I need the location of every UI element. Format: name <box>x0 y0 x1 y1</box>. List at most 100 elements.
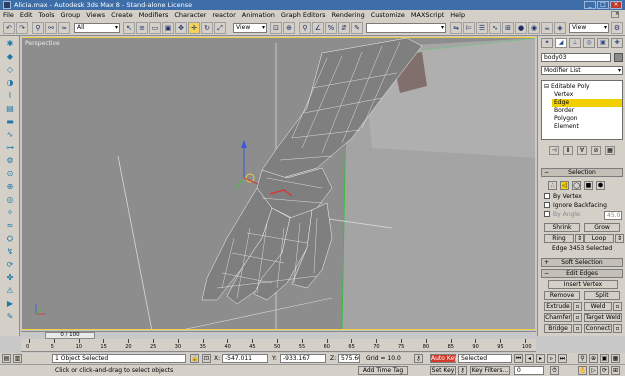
previous-frame-icon[interactable]: ◂ <box>525 354 534 363</box>
viewport-label[interactable]: Perspective <box>25 40 60 47</box>
rectangular-selection-icon[interactable]: ▭ <box>149 22 161 34</box>
remove-modifier-icon[interactable]: ⊘ <box>591 146 601 155</box>
extrude-settings-icon[interactable]: ▫ <box>573 302 582 311</box>
redo-icon[interactable]: ↷ <box>16 22 28 34</box>
motor-icon[interactable]: ⟳ <box>4 259 16 270</box>
menu-customize[interactable]: Customize <box>368 11 408 19</box>
insert-vertex-button[interactable]: Insert Vertex <box>548 280 618 289</box>
remove-button[interactable]: Remove <box>544 291 580 300</box>
select-rotate-icon[interactable]: ✛ <box>188 22 200 34</box>
bind-space-warp-icon[interactable]: ≈ <box>58 22 70 34</box>
create-tab-icon[interactable]: ✦ <box>541 38 553 48</box>
analyze-world-icon[interactable]: ⚠ <box>4 285 16 296</box>
loop-spinner-icon[interactable]: ⇕ <box>615 234 624 243</box>
ring-spinner-icon[interactable]: ⇕ <box>575 234 584 243</box>
snaps-toggle-icon[interactable]: ⚲ <box>299 22 311 34</box>
current-frame-field[interactable]: 0 <box>514 366 544 375</box>
vertex-level-icon[interactable]: ∴ <box>548 181 557 190</box>
zoom-extents-all-icon[interactable]: ▦ <box>611 354 620 363</box>
edit-edges-rollout-header[interactable]: − Edit Edges <box>541 269 623 278</box>
object-color-swatch[interactable] <box>614 53 623 62</box>
select-scale-icon[interactable]: ↻ <box>201 22 213 34</box>
by-vertex-checkbox[interactable]: By Vertex <box>544 193 582 201</box>
x-coordinate-field[interactable]: -547.011 <box>222 354 268 363</box>
chamfer-button[interactable]: Chamfer <box>544 313 572 322</box>
point-to-point-icon[interactable]: ⊙ <box>4 168 16 179</box>
time-slider-thumb[interactable]: 0 / 100 <box>45 332 95 339</box>
pivot-center-icon[interactable]: ⊡ <box>270 22 282 34</box>
menu-modifiers[interactable]: Modifiers <box>136 11 172 19</box>
weld-settings-icon[interactable]: ▫ <box>613 302 622 311</box>
polygon-level-icon[interactable]: ■ <box>584 181 593 190</box>
material-editor-icon[interactable]: ● <box>515 22 527 34</box>
time-slider[interactable]: 0 / 100 <box>21 331 536 339</box>
play-icon[interactable]: ▸ <box>536 354 545 363</box>
modify-tab-icon[interactable]: ◢ <box>555 38 567 48</box>
mirror-icon[interactable]: ⇋ <box>450 22 462 34</box>
render-type-icon[interactable]: ◈ <box>554 22 566 34</box>
go-to-start-icon[interactable]: ⏮ <box>514 354 523 363</box>
select-by-name-icon[interactable]: ≡ <box>136 22 148 34</box>
time-configuration-icon[interactable]: ⏱ <box>550 366 559 375</box>
window-crossing-icon[interactable]: ▣ <box>162 22 174 34</box>
menu-file[interactable]: File <box>0 11 17 19</box>
menu-help[interactable]: Help <box>447 11 468 19</box>
quick-render-icon[interactable]: ☕ <box>541 22 553 34</box>
absolute-mode-icon[interactable]: ⊡ <box>202 354 211 363</box>
object-name-field[interactable]: body03 <box>541 53 611 62</box>
set-key-icon[interactable]: ⚷ <box>458 366 467 375</box>
curve-editor-icon[interactable]: ∿ <box>489 22 501 34</box>
app-icon[interactable] <box>3 1 11 9</box>
stack-item-element[interactable]: Element <box>552 123 622 131</box>
align-icon[interactable]: ⊨ <box>463 22 475 34</box>
display-tab-icon[interactable]: ▣ <box>597 38 609 48</box>
grow-button[interactable]: Grow <box>584 223 620 232</box>
field-of-view-icon[interactable]: ▷ <box>589 366 598 375</box>
menu-views[interactable]: Views <box>83 11 108 19</box>
menu-group[interactable]: Group <box>58 11 84 19</box>
render-last-icon[interactable]: ⚙ <box>611 22 623 34</box>
modifier-list-dropdown[interactable]: Modifier List <box>541 66 623 75</box>
loop-button[interactable]: Loop <box>584 234 614 243</box>
preview-animation-icon[interactable]: ▶ <box>4 298 16 309</box>
set-key-button[interactable]: Set Key <box>430 366 456 375</box>
menu-maxscript[interactable]: MAXScript <box>408 11 447 19</box>
reactor-icon[interactable]: ✱ <box>4 38 16 49</box>
schematic-view-icon[interactable]: ⊞ <box>502 22 514 34</box>
menu-tools[interactable]: Tools <box>35 11 57 19</box>
wind-icon[interactable]: ↯ <box>4 246 16 257</box>
render-view-dropdown[interactable]: View <box>569 23 609 33</box>
pin-stack-icon[interactable]: ⊣ <box>549 146 559 155</box>
minimize-button[interactable]: _ <box>584 1 596 9</box>
stack-root-editable-poly[interactable]: ⊟ Editable Poly <box>544 83 590 91</box>
menu-create[interactable]: Create <box>108 11 136 19</box>
zoom-all-icon[interactable]: ⊕ <box>589 354 598 363</box>
close-button[interactable]: × <box>610 1 622 9</box>
selection-filter-dropdown[interactable]: All <box>74 23 120 33</box>
menu-rendering[interactable]: Rendering <box>329 11 368 19</box>
angle-spinner[interactable]: 45.0 <box>604 211 622 220</box>
layer-manager-icon[interactable]: ☰ <box>476 22 488 34</box>
edge-level-icon[interactable]: ◁ <box>560 181 569 190</box>
select-manipulate-icon[interactable]: ⊕ <box>283 22 295 34</box>
maxscript-listener-icon[interactable]: ▤ <box>2 354 11 363</box>
shrink-button[interactable]: Shrink <box>544 223 580 232</box>
show-end-result-icon[interactable]: Ⅱ <box>563 146 573 155</box>
cloth-icon[interactable]: ◇ <box>4 64 16 75</box>
orbit-icon[interactable]: ⟳ <box>600 366 609 375</box>
target-weld-button[interactable]: Target Weld <box>584 313 622 322</box>
pan-icon[interactable]: ✋ <box>578 366 587 375</box>
key-filters-button[interactable]: Key Filters... <box>470 366 510 375</box>
rigid-body-icon[interactable]: ◆ <box>4 51 16 62</box>
menu-character[interactable]: Character <box>171 11 209 19</box>
menu-reactor[interactable]: reactor <box>209 11 238 19</box>
by-angle-checkbox[interactable]: By Angle: <box>544 211 582 219</box>
selection-rollout-header[interactable]: − Selection <box>541 168 623 177</box>
maximize-button[interactable]: □ <box>597 1 609 9</box>
fan-icon[interactable]: ✤ <box>4 272 16 283</box>
ignore-backfacing-checkbox[interactable]: Ignore Backfacing <box>544 202 607 210</box>
unlink-icon[interactable]: ⚯ <box>45 22 57 34</box>
scale-icon[interactable]: ⤢ <box>214 22 226 34</box>
lock-selection-icon[interactable]: 🔒 <box>190 354 199 363</box>
z-coordinate-field[interactable]: 575.606 <box>338 354 360 363</box>
